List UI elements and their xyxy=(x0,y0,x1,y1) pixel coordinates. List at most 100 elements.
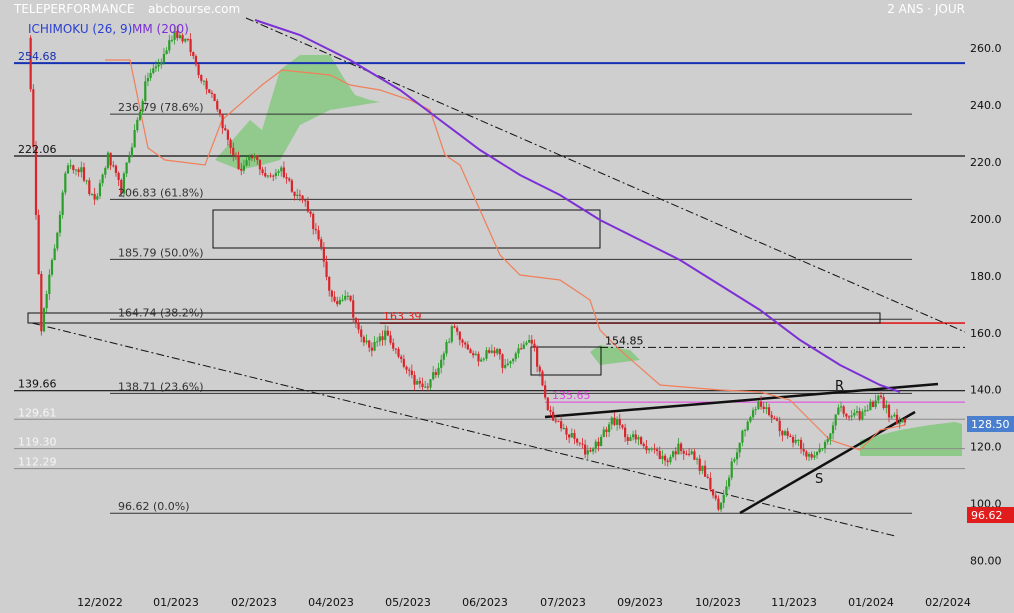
candle-body xyxy=(855,411,859,413)
candle-body xyxy=(600,436,603,447)
candle-body xyxy=(738,442,741,453)
candle-body xyxy=(389,335,392,343)
candle-body xyxy=(698,458,701,471)
candle-body xyxy=(589,450,592,452)
candle-body xyxy=(282,167,286,178)
candle-body xyxy=(117,172,120,180)
candle-body xyxy=(759,401,763,407)
candle-body xyxy=(432,372,435,380)
candle-body xyxy=(682,450,685,454)
candle-body xyxy=(869,401,872,411)
y-tick-label: 80.00 xyxy=(970,555,1002,568)
candle-body xyxy=(368,340,371,348)
candle-body xyxy=(442,353,445,360)
candle-body xyxy=(61,192,64,215)
y-tick-label: 120.0 xyxy=(970,441,1002,454)
candle-body xyxy=(293,191,296,197)
candle-body xyxy=(626,437,629,441)
candle-body xyxy=(882,397,885,409)
candle-body xyxy=(815,452,819,456)
candle-body xyxy=(136,119,139,131)
candle-body xyxy=(304,200,307,202)
x-tick-label: 04/2023 xyxy=(308,596,354,609)
candle-body xyxy=(690,451,693,455)
candle-body xyxy=(37,214,40,274)
candle-body xyxy=(277,171,280,173)
candle-body xyxy=(842,406,845,414)
candle-body xyxy=(544,385,547,398)
candle-body xyxy=(434,372,437,375)
candle-body xyxy=(450,326,453,342)
candle-body xyxy=(477,353,480,362)
candle-body xyxy=(213,93,216,101)
candle-body xyxy=(109,152,112,166)
candle-body xyxy=(576,438,579,443)
candle-body xyxy=(560,421,563,429)
y-tick-label: 180.0 xyxy=(970,270,1002,283)
candle-body xyxy=(706,476,709,478)
x-tick-label: 11/2023 xyxy=(771,596,817,609)
candle-body xyxy=(845,413,848,417)
x-tick-label: 10/2023 xyxy=(695,596,741,609)
candle-body xyxy=(194,56,198,65)
candle-body xyxy=(837,407,840,415)
candle-body xyxy=(461,339,464,343)
candle-body xyxy=(749,417,752,422)
candle-body xyxy=(181,35,184,42)
candle-body xyxy=(261,169,264,174)
level-label: 236.79 (78.6%) xyxy=(118,101,204,114)
candle-body xyxy=(221,114,224,129)
candle-body xyxy=(290,180,293,192)
candle-body xyxy=(64,173,67,193)
candle-body xyxy=(719,502,723,510)
candle-body xyxy=(506,363,509,366)
candle-body xyxy=(237,155,240,169)
candle-body xyxy=(242,165,246,171)
candle-body xyxy=(773,417,776,419)
candle-body xyxy=(528,339,531,343)
candle-body xyxy=(445,342,448,354)
candle-body xyxy=(114,165,118,173)
candle-body xyxy=(320,239,323,248)
candle-body xyxy=(69,165,72,167)
candle-body xyxy=(597,441,600,447)
candle-body xyxy=(480,359,483,362)
candle-body xyxy=(581,443,584,445)
candle-body xyxy=(413,374,416,385)
candle-body xyxy=(514,353,517,359)
candle-body xyxy=(802,449,805,452)
candle-body xyxy=(735,452,739,460)
candle-body xyxy=(730,461,733,478)
candle-body xyxy=(229,139,232,148)
candle-body xyxy=(440,359,443,368)
candle-body xyxy=(552,411,555,421)
candle-body xyxy=(714,495,717,499)
level-label: 254.68 xyxy=(18,50,57,63)
candle-body xyxy=(799,439,803,450)
level-label: 135.65 xyxy=(552,389,591,402)
candle-body xyxy=(687,453,691,455)
candle-body xyxy=(584,444,587,455)
candle-body xyxy=(205,80,208,90)
candle-body xyxy=(901,419,904,423)
candle-body xyxy=(266,175,270,177)
level-label: 139.66 xyxy=(18,378,57,391)
candle-body xyxy=(82,167,86,181)
candle-body xyxy=(501,354,504,368)
y-tick-label: 260.0 xyxy=(970,42,1002,55)
candle-body xyxy=(149,72,152,79)
level-label: 185.79 (50.0%) xyxy=(118,246,204,259)
candle-body xyxy=(157,64,160,67)
candle-body xyxy=(232,147,235,156)
candle-body xyxy=(512,358,515,362)
candle-body xyxy=(317,230,320,240)
candle-body xyxy=(818,448,821,453)
candle-body xyxy=(632,434,635,438)
candle-body xyxy=(378,336,381,342)
candle-body xyxy=(306,200,309,212)
candle-body xyxy=(895,414,899,425)
candle-body xyxy=(346,295,349,297)
candle-body xyxy=(592,448,595,452)
candle-body xyxy=(629,437,632,441)
candle-body xyxy=(264,173,267,177)
